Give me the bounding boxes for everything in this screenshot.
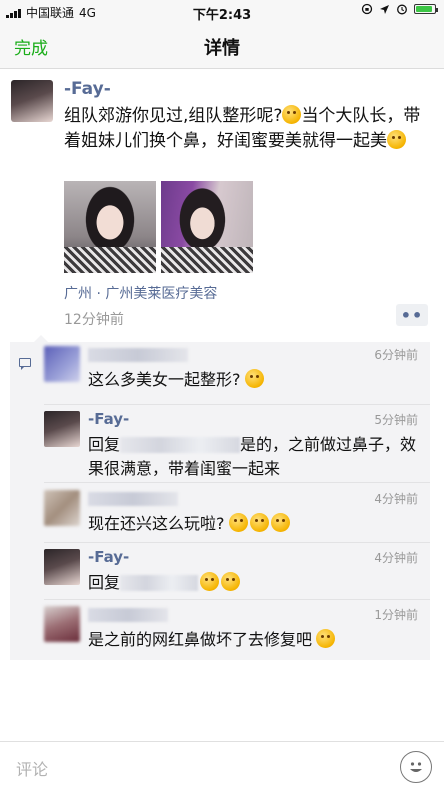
page-title: 详情 [204,38,240,59]
comment-time: 6分钟前 [374,348,418,362]
comment-item[interactable]: 1分钟前 是之前的网红鼻做坏了去修复吧 [44,606,426,656]
comment-avatar[interactable] [44,490,80,526]
redacted-username [120,575,199,591]
comment-body: 这么多美女一起整形? [88,370,241,389]
emoji-icon [410,762,422,772]
comment-avatar[interactable] [44,346,80,382]
smirk-emoji-icon [387,130,406,149]
comment-text: 回复 是的，之前做过鼻子，效果很满意，带着闺蜜一起来 [88,433,418,481]
reply-label: 回复 [88,435,121,454]
comment-item[interactable]: 6分钟前 这么多美女一起整形? [44,346,426,398]
post-text: 组队郊游你见过,组队整形呢? 当个大队长，带着姐妹儿们换个鼻，好闺蜜要美就得一起美 [64,104,430,154]
comment-item[interactable]: -Fay- 4分钟前 回复 [44,548,426,597]
comment-input[interactable] [14,752,378,786]
more-button[interactable]: •• [396,304,428,326]
reply-label: 回复 [88,573,121,592]
laughing-emoji-icon [244,369,264,388]
battery-fill [416,6,433,12]
laughing-emoji-icon [200,572,220,591]
comment-body: 是之前的网红鼻做坏了去修复吧 [88,630,313,649]
comment-username-blurred [88,348,188,362]
comment-item[interactable]: -Fay- 5分钟前 回复 是的，之前做过鼻子，效果很满意，带着闺蜜一起来 [44,410,426,481]
comment-item[interactable]: 4分钟前 现在还兴这么玩啦? [44,490,426,542]
redacted-username [120,437,241,453]
post-photo-2[interactable] [161,181,253,273]
comment-time: 4分钟前 [374,551,418,565]
nav-bar: 完成 详情 [0,22,444,69]
comment-username-blurred [88,492,178,506]
comment-text: 是之前的网红鼻做坏了去修复吧 [88,628,418,652]
comment-time: 5分钟前 [374,413,418,427]
status-right [361,3,438,15]
comment-username-blurred [88,608,168,622]
emoji-button[interactable] [400,751,432,783]
comment-divider [44,542,430,543]
laughing-emoji-icon [228,513,248,532]
location-arrow-icon [380,4,389,14]
comment-avatar[interactable] [44,549,80,585]
comment-body: 现在还兴这么玩啦? [88,514,225,533]
post-location[interactable]: 广州 · 广州美莱医疗美容 [64,283,217,303]
comment-text: 现在还兴这么玩啦? [88,512,418,536]
comment-text: 回复 [88,571,418,595]
post-text-part-1: 组队郊游你见过,组队整形呢? [64,106,283,126]
comment-avatar[interactable] [44,606,80,642]
avatar[interactable] [11,80,53,122]
alarm-icon [397,4,407,15]
laughing-emoji-icon [221,572,241,591]
blush-emoji-icon [316,629,336,648]
comment-divider [44,599,430,600]
rotation-lock-icon [361,3,373,15]
comment-username[interactable]: -Fay- [88,410,129,428]
status-bar: 中国联通 4G 下午2:43 [0,0,444,23]
comment-time: 4分钟前 [374,492,418,506]
comment-text: 这么多美女一起整形? [88,368,418,392]
post-time: 12分钟前 [64,312,124,328]
money-face-emoji-icon [282,105,302,124]
comments-section: 6分钟前 这么多美女一起整形? -Fay- 5分钟前 回复 是的，之前做过鼻子，效… [10,335,430,660]
comment-time: 1分钟前 [374,608,418,622]
comment-avatar[interactable] [44,411,80,447]
post-username[interactable]: -Fay- [64,79,111,99]
laughing-emoji-icon [270,513,290,532]
comment-username[interactable]: -Fay- [88,548,129,566]
comment-bar [0,741,444,794]
comment-icon [19,358,31,370]
laughing-emoji-icon [249,513,269,532]
battery-icon [414,4,438,14]
comment-divider [44,404,430,405]
comment-divider [44,482,430,483]
post-photo-1[interactable] [64,181,156,273]
photo-grid [64,181,253,273]
